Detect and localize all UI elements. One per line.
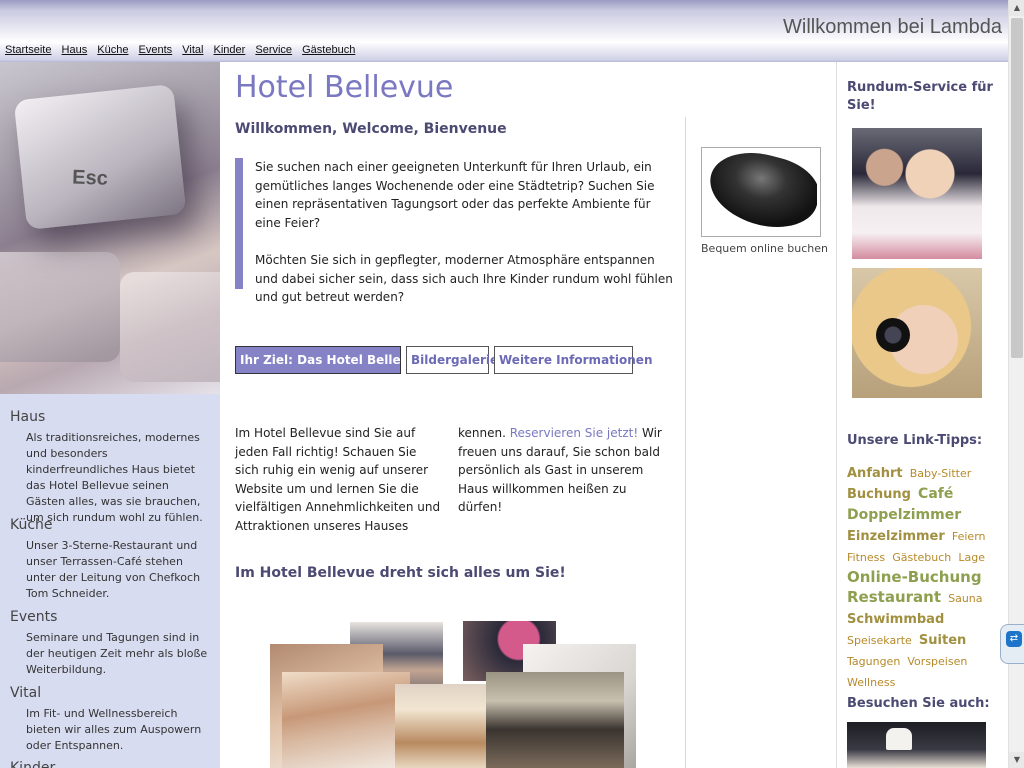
nav-kueche[interactable]: Küche: [97, 44, 128, 56]
tag-link[interactable]: Sauna: [948, 592, 982, 605]
body-text-1: Im Hotel Bellevue sind Sie auf jeden Fal…: [235, 426, 510, 533]
intro-quote: Sie suchen nach einer geeigneten Unterku…: [235, 158, 675, 304]
tag-link[interactable]: Tagungen: [847, 655, 900, 668]
left-section-text: Im Fit- und Wellnessbereich bieten wir a…: [26, 707, 202, 752]
woman-mirror-photo: [852, 268, 982, 398]
body-text: Im Hotel Bellevue sind Sie auf jeden Fal…: [235, 424, 665, 536]
left-section-text: Unser 3-Sterne-Restaurant und unser Terr…: [26, 539, 201, 600]
nav-vital[interactable]: Vital: [182, 44, 203, 56]
teamviewer-tab[interactable]: ⇄: [1000, 624, 1024, 664]
mouse-body: [705, 151, 817, 233]
teamviewer-icon: ⇄: [1006, 631, 1022, 647]
left-section-title[interactable]: Haus: [10, 409, 210, 425]
tag-link[interactable]: Doppelzimmer: [847, 507, 961, 523]
left-section-events: Events Seminare und Tagungen sind in der…: [10, 609, 210, 678]
tag-link[interactable]: Schwimmbad: [847, 612, 944, 627]
left-section-kueche: Küche Unser 3-Sterne-Restaurant und unse…: [10, 517, 210, 602]
tag-link[interactable]: Speisekarte: [847, 634, 912, 647]
nav-service[interactable]: Service: [255, 44, 292, 56]
tag-link[interactable]: Suiten: [919, 633, 966, 648]
tab-hotel[interactable]: Ihr Ziel: Das Hotel Bellevue: [235, 346, 425, 374]
main-nav: Startseite Haus Küche Events Vital Kinde…: [5, 44, 362, 56]
tag-link[interactable]: Buchung: [847, 487, 911, 502]
service-heading: Rundum-Service für Sie!: [847, 80, 993, 113]
intro-paragraph-2: Möchten Sie sich in gepflegter, moderner…: [255, 252, 673, 305]
computer-mouse-image: [705, 151, 817, 233]
page-title: Hotel Bellevue: [235, 70, 454, 105]
left-section-title[interactable]: Vital: [10, 685, 210, 701]
nav-events[interactable]: Events: [139, 44, 173, 56]
link-tips-heading: Unsere Link-Tipps:: [847, 433, 983, 448]
keyboard-key: [120, 272, 220, 382]
tag-link[interactable]: Gästebuch: [892, 551, 951, 564]
site-title: Willkommen bei Lambda: [783, 16, 1002, 38]
left-section-vital: Vital Im Fit- und Wellnessbereich bieten…: [10, 685, 210, 754]
tag-link[interactable]: Online-Buchung: [847, 568, 982, 586]
left-section-title[interactable]: Kinder: [10, 760, 210, 768]
nav-gaestebuch[interactable]: Gästebuch: [302, 44, 355, 56]
mirror: [876, 318, 910, 352]
chef-photo[interactable]: [847, 722, 986, 768]
nav-startseite[interactable]: Startseite: [5, 44, 51, 56]
left-section-text: Als traditionsreiches, modernes und beso…: [26, 431, 203, 524]
visit-heading: Besuchen Sie auch:: [847, 696, 990, 711]
collage-photo-wellness: [282, 672, 410, 768]
keyboard-image: Esc: [0, 62, 220, 394]
tag-link[interactable]: Wellness: [847, 676, 895, 689]
tab-more-info[interactable]: Weitere Informationen: [494, 346, 652, 374]
site-header: Willkommen bei Lambda Startseite Haus Kü…: [0, 0, 1008, 62]
tag-link[interactable]: Fitness: [847, 551, 885, 564]
tag-link[interactable]: Vorspeisen: [907, 655, 967, 668]
tag-link[interactable]: Lage: [958, 551, 985, 564]
tag-link[interactable]: Einzelzimmer: [847, 529, 945, 544]
online-booking-caption[interactable]: Bequem online buchen: [701, 242, 828, 255]
scroll-up-icon[interactable]: ▲: [1009, 0, 1024, 16]
nav-haus[interactable]: Haus: [62, 44, 88, 56]
left-section-title[interactable]: Küche: [10, 517, 210, 533]
intro-paragraph-1: Sie suchen nach einer geeigneten Unterku…: [255, 160, 655, 230]
online-booking-image[interactable]: [701, 147, 821, 237]
tag-link[interactable]: Feiern: [952, 530, 986, 543]
esc-key-label: Esc: [71, 166, 109, 190]
tag-link[interactable]: Restaurant: [847, 588, 941, 606]
scroll-thumb[interactable]: [1011, 18, 1023, 358]
nav-kinder[interactable]: Kinder: [214, 44, 246, 56]
left-section-title[interactable]: Events: [10, 609, 210, 625]
section-subheading: Im Hotel Bellevue dreht sich alles um Si…: [235, 565, 566, 581]
tag-link[interactable]: Baby-Sitter: [910, 467, 972, 480]
column-divider: [685, 117, 686, 768]
collage-photo-meeting: [486, 672, 624, 768]
welcome-heading: Willkommen, Welcome, Bienvenue: [235, 121, 507, 137]
chef-hat: [886, 728, 912, 750]
tab-gallery[interactable]: Bildergalerie: [406, 346, 498, 374]
keyboard-key: [0, 252, 120, 362]
left-section-text: Seminare und Tagungen sind in der heutig…: [26, 631, 208, 676]
left-section-kinder: Kinder: [10, 760, 210, 768]
esc-key: Esc: [13, 83, 187, 231]
tag-cloud: Anfahrt Baby-Sitter Buchung Café Doppelz…: [847, 462, 997, 692]
tag-link[interactable]: Anfahrt: [847, 466, 903, 481]
reserve-link[interactable]: Reservieren Sie jetzt!: [510, 426, 638, 440]
left-section-haus: Haus Als traditionsreiches, modernes und…: [10, 409, 210, 526]
tag-link[interactable]: Café: [918, 486, 953, 502]
scroll-down-icon[interactable]: ▼: [1009, 752, 1024, 768]
wedding-photo: [852, 128, 982, 259]
